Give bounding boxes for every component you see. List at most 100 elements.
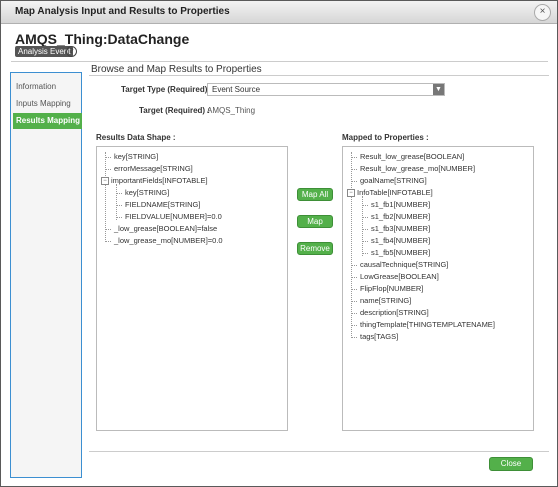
tree-connector: [105, 228, 111, 230]
tree-node-label: s1_fb5[NUMBER]: [371, 248, 431, 257]
tree-connector: [105, 240, 111, 242]
tree-connector: [362, 204, 368, 206]
analysis-event-badge: Analysis Event: [15, 46, 74, 57]
tree-connector: [105, 156, 111, 158]
tree-node[interactable]: FlipFlop[NUMBER]: [351, 284, 423, 293]
entity-name: AMQS_Thing:DataChange: [15, 31, 190, 47]
mapped-properties-label: Mapped to Properties :: [342, 133, 429, 142]
tree-node[interactable]: causalTechnique[STRING]: [351, 260, 448, 269]
tree-node[interactable]: thingTemplate[THINGTEMPLATENAME]: [351, 320, 495, 329]
tree-node-label: importantFields[INFOTABLE]: [111, 176, 208, 185]
tree-node[interactable]: s1_fb1[NUMBER]: [362, 200, 430, 209]
tree-connector: [105, 168, 111, 170]
tree-node-label: Result_low_grease_mo[NUMBER]: [360, 164, 476, 173]
tree-node-label: goalName[STRING]: [360, 176, 427, 185]
tree-connector: [351, 168, 357, 170]
target-type-value: Event Source: [212, 85, 261, 94]
tree-node[interactable]: _low_grease_mo[NUMBER]=0.0: [105, 236, 223, 245]
tree-node-label: s1_fb1[NUMBER]: [371, 200, 431, 209]
tree-connector: [351, 336, 357, 338]
tree-node-label: thingTemplate[THINGTEMPLATENAME]: [360, 320, 495, 329]
tree-node-label: InfoTable[INFOTABLE]: [357, 188, 433, 197]
tree-node[interactable]: s1_fb4[NUMBER]: [362, 236, 430, 245]
tree-node[interactable]: name[STRING]: [351, 296, 411, 305]
tree-node[interactable]: key[STRING]: [116, 188, 169, 197]
tree-connector: [362, 240, 368, 242]
footer-divider: [89, 451, 549, 452]
map-all-button[interactable]: Map All: [297, 188, 333, 201]
help-icon[interactable]: ?: [66, 46, 77, 57]
tree-node[interactable]: Result_low_grease[BOOLEAN]: [351, 152, 464, 161]
close-button[interactable]: Close: [489, 457, 533, 471]
header-divider: [11, 61, 548, 62]
tree-node-label: FIELDNAME[STRING]: [125, 200, 201, 209]
target-type-label: Target Type (Required) :: [121, 85, 213, 94]
tree-connector: [351, 324, 357, 326]
tree-node-label: _low_grease_mo[NUMBER]=0.0: [114, 236, 223, 245]
sidebar-item-information[interactable]: Information: [13, 79, 82, 95]
mapped-properties-tree[interactable]: Result_low_grease[BOOLEAN] Result_low_gre…: [342, 146, 534, 431]
sidebar: Information Inputs Mapping Results Mappi…: [10, 72, 82, 478]
dialog-title: Map Analysis Input and Results to Proper…: [15, 6, 230, 17]
tree-connector: [362, 216, 368, 218]
sidebar-item-inputs-mapping[interactable]: Inputs Mapping: [13, 96, 82, 112]
close-icon[interactable]: ×: [534, 4, 551, 21]
target-type-select[interactable]: Event Source ▼: [207, 83, 445, 96]
tree-node[interactable]: description[STRING]: [351, 308, 429, 317]
tree-connector: [351, 180, 357, 182]
tree-node-label: s1_fb2[NUMBER]: [371, 212, 431, 221]
tree-connector: [116, 216, 122, 218]
tree-connector: [351, 300, 357, 302]
remove-button[interactable]: Remove: [297, 242, 333, 255]
title-divider: [89, 75, 549, 76]
collapse-icon[interactable]: −: [347, 189, 355, 198]
tree-node[interactable]: Result_low_grease_mo[NUMBER]: [351, 164, 475, 173]
tree-connector: [351, 288, 357, 290]
map-button[interactable]: Map: [297, 215, 333, 228]
tree-node[interactable]: LowGrease[BOOLEAN]: [351, 272, 439, 281]
tree-node-label: LowGrease[BOOLEAN]: [360, 272, 439, 281]
tree-node[interactable]: − InfoTable[INFOTABLE]: [347, 188, 433, 198]
tree-node-label: _low_grease[BOOLEAN]=false: [114, 224, 218, 233]
tree-node[interactable]: s1_fb3[NUMBER]: [362, 224, 430, 233]
tree-node[interactable]: s1_fb2[NUMBER]: [362, 212, 430, 221]
tree-connector: [351, 156, 357, 158]
tree-connector: [116, 192, 122, 194]
results-data-shape-tree[interactable]: key[STRING] errorMessage[STRING] − importan…: [96, 146, 288, 431]
tree-node-label: errorMessage[STRING]: [114, 164, 193, 173]
tree-node-label: Result_low_grease[BOOLEAN]: [360, 152, 465, 161]
tree-node-label: key[STRING]: [125, 188, 170, 197]
target-label: Target (Required) :: [139, 106, 210, 115]
tree-node[interactable]: goalName[STRING]: [351, 176, 427, 185]
chevron-down-icon[interactable]: ▼: [433, 84, 444, 95]
tree-node[interactable]: − importantFields[INFOTABLE]: [101, 176, 208, 186]
tree-node-label: s1_fb4[NUMBER]: [371, 236, 431, 245]
tree-node[interactable]: FIELDVALUE[NUMBER]=0.0: [116, 212, 222, 221]
target-value: AMQS_Thing: [207, 106, 256, 115]
tree-connector: [351, 276, 357, 278]
tree-connector: [362, 252, 368, 254]
collapse-icon[interactable]: −: [101, 177, 109, 186]
tree-node[interactable]: s1_fb5[NUMBER]: [362, 248, 430, 257]
tree-node-label: s1_fb3[NUMBER]: [371, 224, 431, 233]
tree-connector: [351, 312, 357, 314]
tree-node[interactable]: _low_grease[BOOLEAN]=false: [105, 224, 217, 233]
tree-node-label: FlipFlop[NUMBER]: [360, 284, 424, 293]
tree-node-label: name[STRING]: [360, 296, 412, 305]
results-data-shape-label: Results Data Shape :: [96, 133, 176, 142]
tree-node-label: tags[TAGS]: [360, 332, 399, 341]
tree-node[interactable]: key[STRING]: [105, 152, 158, 161]
tree-node[interactable]: errorMessage[STRING]: [105, 164, 193, 173]
tree-connector: [362, 228, 368, 230]
tree-node-label: FIELDVALUE[NUMBER]=0.0: [125, 212, 222, 221]
tree-node[interactable]: FIELDNAME[STRING]: [116, 200, 200, 209]
tree-connector: [116, 204, 122, 206]
tree-node[interactable]: tags[TAGS]: [351, 332, 398, 341]
sidebar-item-results-mapping[interactable]: Results Mapping: [13, 113, 82, 129]
map-results-dialog: Map Analysis Input and Results to Proper…: [0, 0, 558, 487]
tree-node-label: causalTechnique[STRING]: [360, 260, 449, 269]
tree-node-label: description[STRING]: [360, 308, 429, 317]
tree-node-label: key[STRING]: [114, 152, 159, 161]
dialog-titlebar[interactable]: Map Analysis Input and Results to Proper…: [1, 1, 557, 24]
page-title: Browse and Map Results to Properties: [91, 64, 262, 75]
